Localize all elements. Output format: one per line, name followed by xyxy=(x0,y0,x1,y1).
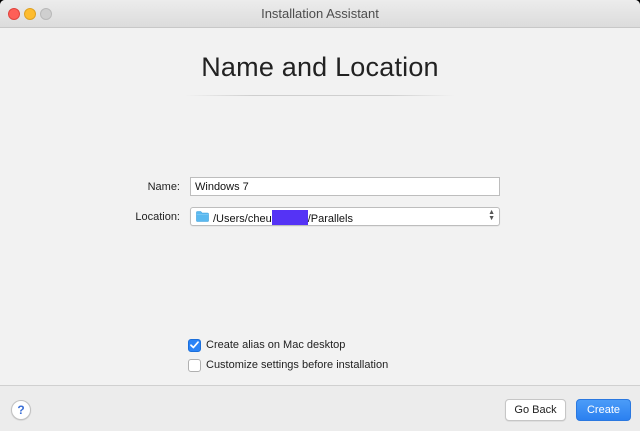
location-path: /Users/cheu/Parallels xyxy=(213,210,353,225)
redacted-username xyxy=(271,210,308,225)
folder-icon xyxy=(196,211,209,222)
name-input[interactable] xyxy=(190,177,500,196)
checkmark-icon xyxy=(190,341,199,349)
installation-assistant-window: Installation Assistant Name and Location… xyxy=(0,0,640,431)
title-divider xyxy=(185,95,455,96)
footer-bar: ? Go Back Create xyxy=(0,385,640,431)
location-label: Location: xyxy=(135,211,180,223)
location-select[interactable]: /Users/cheu/Parallels ▲ ▼ xyxy=(190,207,500,226)
customize-settings-checkbox[interactable] xyxy=(188,358,201,372)
question-mark-icon: ? xyxy=(17,403,25,417)
customize-settings-option[interactable]: Customize settings before installation xyxy=(188,358,388,372)
create-alias-checkbox[interactable] xyxy=(188,338,201,352)
go-back-button[interactable]: Go Back xyxy=(505,399,566,421)
chevron-up-down-icon: ▲ ▼ xyxy=(488,209,495,222)
main-content: Name and Location Name: Location: /Users… xyxy=(0,28,640,385)
help-button[interactable]: ? xyxy=(11,400,31,420)
location-path-prefix: /Users/cheu xyxy=(213,213,272,225)
page-title: Name and Location xyxy=(201,52,439,82)
customize-settings-label: Customize settings before installation xyxy=(206,359,389,371)
location-path-suffix: /Parallels xyxy=(307,213,353,225)
title-bar[interactable]: Installation Assistant xyxy=(0,0,640,28)
create-button[interactable]: Create xyxy=(576,399,631,421)
name-label: Name: xyxy=(147,181,180,193)
window-title: Installation Assistant xyxy=(261,6,379,21)
create-alias-option[interactable]: Create alias on Mac desktop xyxy=(188,338,345,352)
create-alias-label: Create alias on Mac desktop xyxy=(206,339,346,351)
